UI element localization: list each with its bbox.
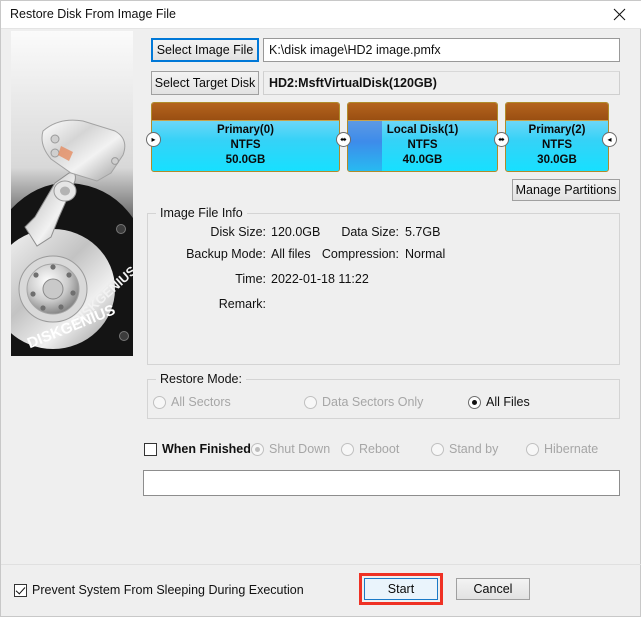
select-target-disk-button[interactable]: Select Target Disk — [151, 71, 259, 95]
data-size-label: Data Size: — [281, 225, 399, 239]
manage-partitions-button[interactable]: Manage Partitions — [512, 179, 620, 201]
partition-name: Primary(2) — [506, 123, 608, 138]
partition-resize-handle-left[interactable]: ▸ — [146, 132, 161, 147]
partition-name: Primary(0) — [152, 123, 339, 138]
partition-size: 30.0GB — [506, 153, 608, 168]
radio-shut-down[interactable]: Shut Down — [251, 442, 330, 456]
cancel-button[interactable]: Cancel — [456, 578, 530, 600]
footer-divider — [1, 564, 641, 565]
checkbox-indicator — [14, 584, 27, 597]
partition-map[interactable]: Primary(0) NTFS 50.0GB Local Disk(1) NTF… — [151, 102, 609, 172]
partition-text: Primary(2) NTFS 30.0GB — [506, 123, 608, 168]
compression-value: Normal — [405, 247, 445, 261]
partition-resize-handle-right[interactable]: ◂ — [602, 132, 617, 147]
remark-label: Remark: — [151, 297, 266, 311]
manage-partitions-label: Manage Partitions — [516, 183, 617, 197]
radio-label: Stand by — [449, 442, 498, 456]
log-output[interactable] — [143, 470, 620, 496]
radio-indicator — [153, 396, 166, 409]
partition-fs: NTFS — [348, 138, 497, 153]
partition-fs: NTFS — [152, 138, 339, 153]
checkbox-indicator — [144, 443, 157, 456]
radio-indicator — [468, 396, 481, 409]
radio-indicator — [431, 443, 444, 456]
start-button-label: Start — [388, 582, 414, 596]
radio-indicator — [526, 443, 539, 456]
radio-hibernate[interactable]: Hibernate — [526, 442, 598, 456]
partition-resize-handle[interactable]: ⬌ — [494, 132, 509, 147]
radio-indicator — [304, 396, 317, 409]
image-file-info-label: Image File Info — [156, 206, 247, 220]
radio-stand-by[interactable]: Stand by — [431, 442, 498, 456]
start-button[interactable]: Start — [364, 578, 438, 600]
select-target-disk-label: Select Target Disk — [155, 76, 256, 90]
partition-name: Local Disk(1) — [348, 123, 497, 138]
close-icon — [613, 8, 626, 21]
image-file-path-input[interactable]: K:\disk image\HD2 image.pmfx — [263, 38, 620, 62]
partition-size: 40.0GB — [348, 153, 497, 168]
partition-resize-handle[interactable]: ⬌ — [336, 132, 351, 147]
when-finished-label: When Finished: — [162, 442, 255, 456]
radio-label: All Files — [486, 395, 530, 409]
select-image-file-button[interactable]: Select Image File — [151, 38, 259, 62]
target-disk-value: HD2:MsftVirtualDisk(120GB) — [263, 71, 620, 95]
compression-label: Compression: — [281, 247, 399, 261]
time-value: 2022-01-18 11:22 — [271, 272, 369, 286]
window-title: Restore Disk From Image File — [10, 7, 176, 21]
data-size-value: 5.7GB — [405, 225, 440, 239]
select-image-file-label: Select Image File — [157, 43, 254, 57]
disk-size-label: Disk Size: — [151, 225, 266, 239]
partition-header — [348, 103, 497, 121]
radio-indicator — [341, 443, 354, 456]
radio-label: Reboot — [359, 442, 399, 456]
radio-all-sectors[interactable]: All Sectors — [153, 395, 231, 409]
partition-block[interactable]: Local Disk(1) NTFS 40.0GB — [347, 102, 498, 172]
restore-mode-label: Restore Mode: — [156, 372, 246, 386]
radio-label: Shut Down — [269, 442, 330, 456]
when-finished-checkbox[interactable]: When Finished: — [144, 442, 255, 456]
radio-label: Data Sectors Only — [322, 395, 423, 409]
prevent-sleep-checkbox[interactable]: Prevent System From Sleeping During Exec… — [14, 583, 304, 597]
partition-block[interactable]: Primary(2) NTFS 30.0GB — [505, 102, 609, 172]
cancel-button-label: Cancel — [474, 582, 513, 596]
radio-all-files[interactable]: All Files — [468, 395, 530, 409]
backup-mode-label: Backup Mode: — [151, 247, 266, 261]
partition-text: Local Disk(1) NTFS 40.0GB — [348, 123, 497, 168]
partition-header — [152, 103, 339, 121]
close-button[interactable] — [597, 1, 641, 28]
partition-size: 50.0GB — [152, 153, 339, 168]
time-label: Time: — [151, 272, 266, 286]
partition-header — [506, 103, 608, 121]
radio-label: All Sectors — [171, 395, 231, 409]
partition-fs: NTFS — [506, 138, 608, 153]
radio-indicator — [251, 443, 264, 456]
hard-disk-illustration: DISKGENIUS DISKGENIUS — [11, 31, 133, 356]
restore-disk-dialog: Restore Disk From Image File — [0, 0, 641, 617]
partition-text: Primary(0) NTFS 50.0GB — [152, 123, 339, 168]
radio-reboot[interactable]: Reboot — [341, 442, 399, 456]
prevent-sleep-label: Prevent System From Sleeping During Exec… — [32, 583, 304, 597]
title-bar: Restore Disk From Image File — [1, 1, 641, 29]
radio-label: Hibernate — [544, 442, 598, 456]
radio-data-sectors-only[interactable]: Data Sectors Only — [304, 395, 423, 409]
partition-block[interactable]: Primary(0) NTFS 50.0GB — [151, 102, 340, 172]
